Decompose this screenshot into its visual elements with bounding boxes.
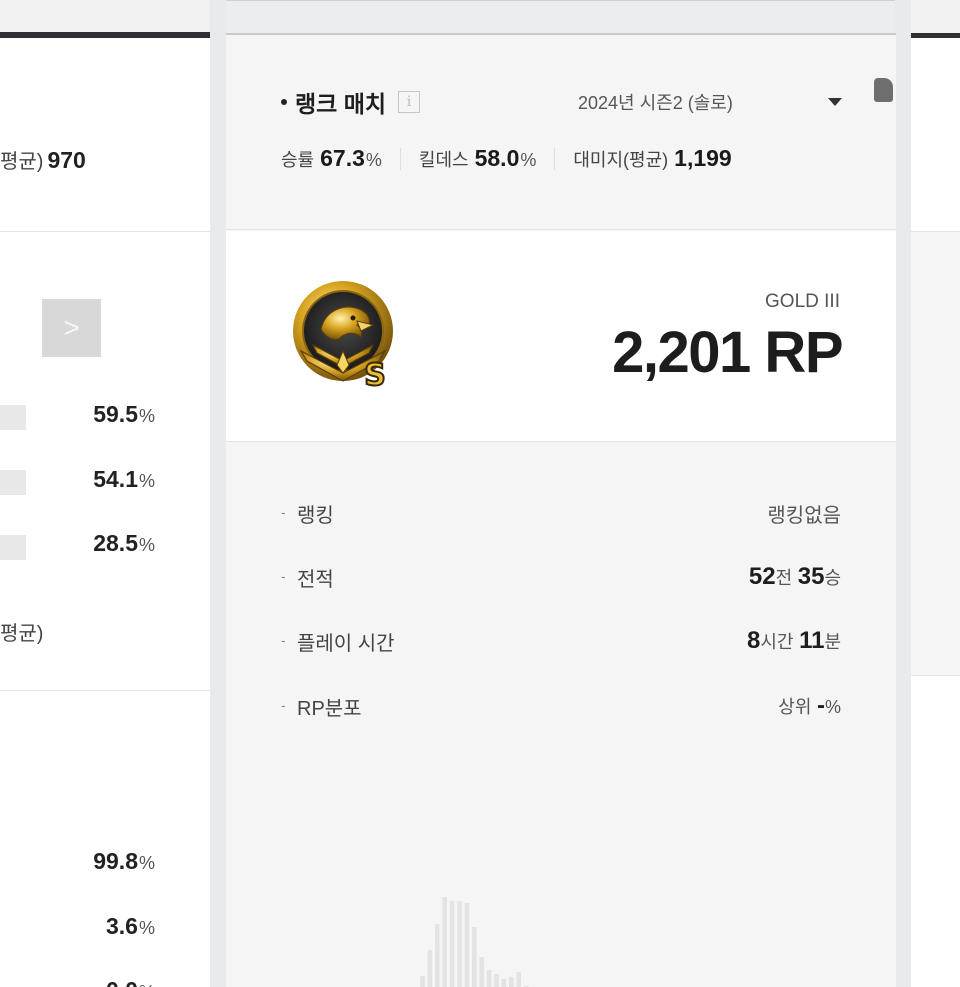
ranked-match-panel: 랭크 매치 i 2024년 시즌2 (솔로) 승률 67.3 % 킬데스 58.… — [226, 33, 896, 987]
gold-eagle-emblem-icon: S — [293, 281, 393, 391]
percent-unit: % — [138, 406, 155, 426]
percent-unit: % — [138, 853, 155, 873]
percentage-value: 99.8 — [93, 848, 138, 874]
record-value: 52전 35승 — [749, 563, 841, 591]
left-percentage: 0.0% — [0, 977, 155, 987]
dash: - — [281, 632, 286, 648]
left-avg-label-2: 평균) — [0, 623, 44, 645]
percent-unit: % — [138, 918, 155, 938]
dash: - — [281, 697, 286, 713]
season-select[interactable]: 2024년 시즌2 (솔로) — [578, 89, 733, 115]
playtime-value: 8시간 11분 — [747, 627, 841, 655]
distribution-bar — [435, 924, 440, 987]
record-label: 전적 — [297, 569, 334, 591]
scroll-handle-icon[interactable] — [874, 78, 893, 102]
dash: - — [281, 504, 286, 520]
info-row-ranking: - 랭킹 랭킹없음 — [281, 499, 841, 529]
distribution-bar — [494, 974, 499, 987]
info-row-record: - 전적 52전 35승 — [281, 563, 841, 593]
playtime-minutes: 11 — [799, 627, 825, 654]
percent-unit: % — [139, 982, 155, 987]
separator — [554, 147, 556, 170]
winrate-unit: % — [365, 150, 382, 170]
info-icon[interactable]: i — [398, 91, 421, 113]
divider — [911, 675, 960, 676]
rp-dist-label: RP분포 — [297, 698, 362, 720]
distribution-bar — [472, 927, 477, 987]
right-panel-header — [911, 0, 960, 33]
percent-unit: % — [138, 535, 155, 555]
rp-dist-unit: % — [824, 697, 841, 717]
left-percentage: 59.5% — [0, 401, 155, 428]
percent-unit: % — [138, 471, 155, 491]
distribution-bar — [464, 903, 470, 987]
distribution-bar — [420, 976, 425, 987]
record-wins-unit: 승 — [824, 568, 841, 588]
left-panel-header — [0, 0, 210, 32]
left-percentage: 99.8% — [0, 848, 155, 875]
tier-label: GOLD III — [765, 291, 840, 312]
ranked-summary-stats: 승률 67.3 % 킬데스 58.0 % 대미지(평균) 1,199 — [281, 145, 732, 172]
right-panel-section — [911, 232, 960, 676]
rp-dist-number: - — [816, 692, 825, 719]
kd-unit: % — [520, 150, 537, 170]
left-avg-value: 970 — [47, 147, 86, 173]
distribution-bar — [442, 897, 447, 987]
left-avg-label: 평균) — [0, 151, 44, 173]
ranking-label: 랭킹 — [297, 505, 334, 527]
percentage-value: 59.5 — [93, 401, 138, 427]
playtime-hours-unit: 시간 — [760, 632, 794, 652]
distribution-bar — [509, 977, 514, 987]
separator — [399, 147, 401, 170]
percentage-value: 28.5 — [93, 530, 138, 556]
distribution-bar — [501, 979, 507, 987]
damage-value: 1,199 — [674, 145, 732, 171]
distribution-bar — [479, 957, 484, 987]
record-games-unit: 전 — [775, 568, 793, 588]
winrate-label: 승률 — [281, 150, 315, 170]
percentage-value: 0.0 — [106, 977, 138, 987]
left-percentage: 54.1% — [0, 466, 155, 493]
divider — [0, 690, 210, 691]
chevron-down-icon[interactable] — [828, 98, 842, 106]
winrate-value: 67.3 — [320, 145, 365, 171]
left-percentage: 28.5% — [0, 530, 155, 557]
dash: - — [281, 568, 286, 584]
ranked-title-row: 랭크 매치 i — [281, 85, 421, 119]
left-percentage: 3.6% — [0, 913, 155, 940]
ranked-title: 랭크 매치 — [295, 91, 387, 117]
distribution-bar — [486, 970, 492, 987]
emblem-letter: S — [364, 358, 386, 391]
info-row-rp-distribution: - RP분포 상위 -% — [281, 692, 841, 722]
left-stats-card: 평균) 970 > 59.5% 54.1% 28.5% 평균) 99.8% 3.6… — [0, 38, 210, 987]
ranking-value: 랭킹없음 — [767, 505, 841, 527]
distribution-bar — [516, 972, 521, 987]
left-avg-damage: 평균) 970 — [0, 145, 86, 174]
distribution-bar — [449, 901, 455, 987]
record-games: 52 — [748, 563, 776, 590]
bullet-icon — [281, 99, 287, 105]
kd-value: 58.0 — [474, 145, 520, 171]
next-button[interactable]: > — [42, 299, 101, 357]
percentage-value: 54.1 — [93, 466, 138, 492]
rp-dist-value: 상위 -% — [778, 692, 841, 720]
damage-label: 대미지(평균) — [573, 150, 669, 170]
distribution-bar — [457, 901, 462, 987]
playtime-label: 플레이 시간 — [297, 633, 395, 655]
distribution-bar — [427, 950, 433, 987]
divider — [0, 231, 210, 232]
ranked-header: 랭크 매치 i 2024년 시즌2 (솔로) 승률 67.3 % 킬데스 58.… — [226, 35, 896, 230]
kd-label: 킬데스 — [418, 150, 469, 170]
playtime-minutes-unit: 분 — [824, 632, 841, 652]
main-top-strip — [226, 0, 895, 33]
percentage-value: 3.6 — [106, 913, 138, 939]
info-row-playtime: - 플레이 시간 8시간 11분 — [281, 627, 841, 657]
playtime-hours: 8 — [747, 627, 761, 654]
record-wins: 35 — [797, 563, 825, 590]
rp-distribution-chart — [420, 897, 529, 987]
rank-card: S GOLD III 2,201 RP — [226, 231, 896, 442]
rp-dist-prefix: 상위 — [778, 697, 812, 717]
rp-value: 2,201 RP — [612, 320, 843, 385]
